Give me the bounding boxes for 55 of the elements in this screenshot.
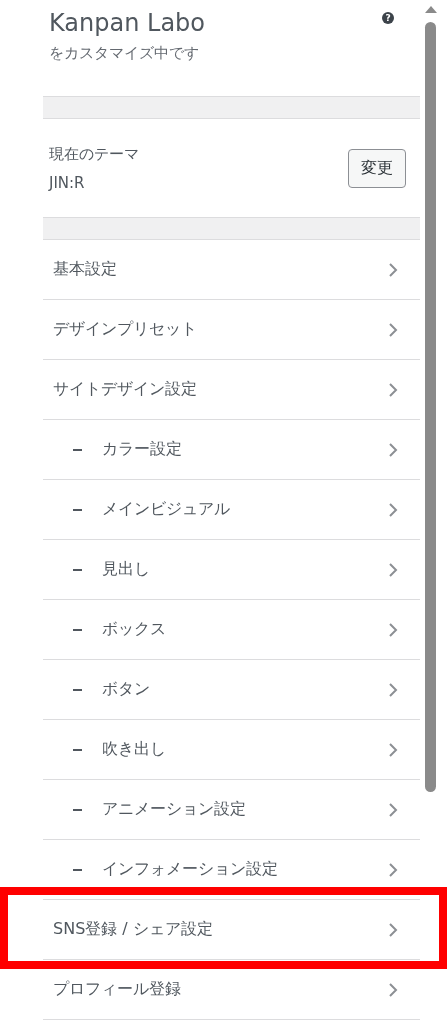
theme-label: 現在のテーマ bbox=[49, 144, 139, 164]
chevron-right-icon bbox=[388, 261, 398, 278]
chevron-right-icon bbox=[388, 681, 398, 698]
menu-item[interactable]: アニメーション設定 bbox=[43, 780, 420, 840]
chevron-right-icon bbox=[388, 321, 398, 338]
menu-item[interactable]: インフォメーション設定 bbox=[43, 840, 420, 900]
chevron-right-icon bbox=[388, 561, 398, 578]
menu-item-label: インフォメーション設定 bbox=[102, 859, 278, 880]
menu-item[interactable]: ボックス bbox=[43, 600, 420, 660]
menu-item-label: メインビジュアル bbox=[102, 499, 230, 520]
dash-icon bbox=[73, 448, 82, 451]
chevron-right-icon bbox=[388, 381, 398, 398]
dash-icon bbox=[73, 508, 82, 511]
menu-item[interactable]: メインビジュアル bbox=[43, 480, 420, 540]
menu-item[interactable]: プロフィール登録 bbox=[43, 960, 420, 1020]
chevron-right-icon bbox=[388, 801, 398, 818]
dash-icon bbox=[73, 568, 82, 571]
menu-item[interactable]: サイトデザイン設定 bbox=[43, 360, 420, 420]
scrollbar-thumb[interactable] bbox=[425, 22, 436, 792]
menu-item-label: 吹き出し bbox=[102, 739, 166, 760]
menu-item-label: カラー設定 bbox=[102, 439, 182, 460]
scroll-up-icon[interactable] bbox=[424, 4, 438, 14]
menu-item-label: ボックス bbox=[102, 619, 166, 640]
chevron-right-icon bbox=[388, 621, 398, 638]
menu-item[interactable]: SNS登録 / シェア設定 bbox=[43, 900, 420, 960]
chevron-right-icon bbox=[388, 741, 398, 758]
help-icon[interactable]: ? bbox=[382, 12, 394, 24]
menu-item-label: 見出し bbox=[102, 559, 150, 580]
dash-icon bbox=[73, 628, 82, 631]
dash-icon bbox=[73, 808, 82, 811]
chevron-right-icon bbox=[388, 501, 398, 518]
chevron-right-icon bbox=[388, 861, 398, 878]
subtitle: をカスタマイズ中です bbox=[49, 43, 200, 64]
theme-name: JIN:R bbox=[49, 173, 86, 192]
menu-item[interactable]: 基本設定 bbox=[43, 240, 420, 300]
menu-item[interactable]: 見出し bbox=[43, 540, 420, 600]
menu-item[interactable]: 吹き出し bbox=[43, 720, 420, 780]
menu-item[interactable]: デザインプリセット bbox=[43, 300, 420, 360]
change-button[interactable]: 変更 bbox=[348, 148, 406, 188]
site-title: Kanpan Labo bbox=[49, 8, 205, 38]
menu-item-label: 基本設定 bbox=[53, 259, 117, 280]
menu-item[interactable]: カラー設定 bbox=[43, 420, 420, 480]
dash-icon bbox=[73, 868, 82, 871]
menu-item[interactable]: ボタン bbox=[43, 660, 420, 720]
chevron-right-icon bbox=[388, 441, 398, 458]
dash-icon bbox=[73, 748, 82, 751]
chevron-right-icon bbox=[388, 981, 398, 998]
menu-item-label: SNS登録 / シェア設定 bbox=[53, 919, 213, 940]
dash-icon bbox=[73, 688, 82, 691]
menu-item-label: サイトデザイン設定 bbox=[53, 379, 197, 400]
menu-item-label: デザインプリセット bbox=[53, 319, 197, 340]
menu-item-label: プロフィール登録 bbox=[53, 979, 181, 1000]
menu-item-label: ボタン bbox=[102, 679, 150, 700]
menu-item-label: アニメーション設定 bbox=[102, 799, 246, 820]
chevron-right-icon bbox=[388, 921, 398, 938]
